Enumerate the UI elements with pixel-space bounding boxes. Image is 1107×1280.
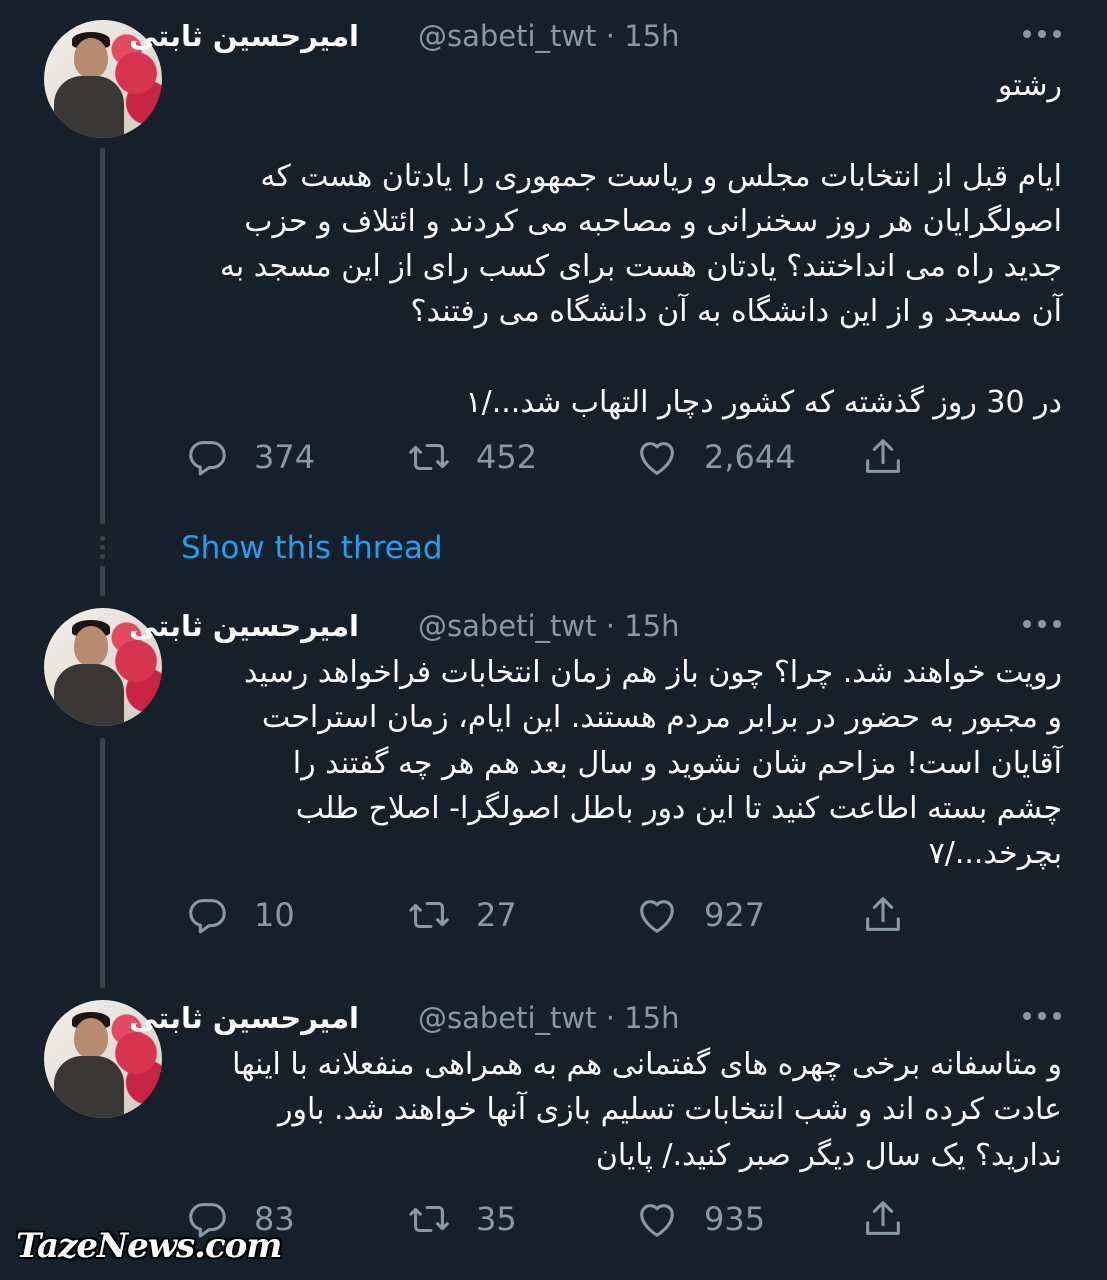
share-icon: [866, 897, 900, 931]
retweet-icon: [409, 443, 449, 471]
reply-icon: [189, 441, 226, 476]
retweet-count: 452: [476, 438, 538, 476]
show-thread-link[interactable]: Show this thread: [181, 528, 443, 568]
author-name[interactable]: امیرحسین ثابتی: [129, 606, 359, 646]
retweet-icon: [409, 1205, 449, 1233]
reply-count: 10: [254, 896, 295, 934]
retweet-button[interactable]: 27: [406, 890, 517, 940]
share-icon: [866, 439, 900, 473]
like-button[interactable]: 935: [634, 1194, 765, 1244]
like-icon: [640, 1204, 674, 1237]
like-icon: [640, 900, 674, 933]
like-button[interactable]: 927: [634, 890, 765, 940]
watermark: TazeNews.com: [16, 1226, 282, 1266]
reply-count: 374: [254, 438, 316, 476]
thread-gap-dot: [100, 536, 105, 541]
thread-gap-dot: [100, 545, 105, 550]
retweet-count: 27: [476, 896, 517, 934]
tweet-header: امیرحسین ثابتی @sabeti_twt · 15h: [129, 16, 1067, 56]
more-icon[interactable]: [1017, 612, 1067, 632]
tweet-1[interactable]: امیرحسین ثابتی @sabeti_twt · 15h رشتو ای…: [0, 0, 1107, 520]
author-handle[interactable]: @sabeti_twt · 15h: [418, 606, 679, 646]
more-icon[interactable]: [1017, 1004, 1067, 1024]
tweet-text: و متاسفانه برخی چهره های گفتمانی هم به ه…: [232, 1047, 1062, 1173]
retweet-button[interactable]: 452: [406, 432, 537, 482]
tweet-text: رویت خواهند شد. چرا؟ چون باز هم زمان انت…: [243, 655, 1062, 872]
share-button[interactable]: [860, 432, 906, 482]
thread-line-middle-top: [100, 566, 105, 596]
author-name[interactable]: امیرحسین ثابتی: [129, 998, 359, 1038]
tweet-header: امیرحسین ثابتی @sabeti_twt · 15h: [129, 606, 1067, 646]
reply-button[interactable]: 10: [184, 890, 295, 940]
more-icon[interactable]: [1017, 22, 1067, 42]
share-button[interactable]: [860, 1194, 906, 1244]
tweet-2[interactable]: امیرحسین ثابتی @sabeti_twt · 15h رویت خو…: [0, 598, 1107, 958]
retweet-count: 35: [476, 1200, 517, 1238]
share-button[interactable]: [860, 890, 906, 940]
tweet-text: رشتو ایام قبل از انتخابات مجلس و ریاست ج…: [219, 68, 1062, 421]
like-count: 935: [704, 1200, 766, 1238]
like-icon: [640, 442, 674, 475]
reply-icon: [189, 899, 226, 934]
author-name[interactable]: امیرحسین ثابتی: [129, 16, 359, 56]
like-button[interactable]: 2,644: [634, 432, 796, 482]
tweet-actions: 10 27 927: [180, 890, 920, 940]
reply-button[interactable]: 374: [184, 432, 315, 482]
tweet-actions: 83 35 935: [180, 1194, 920, 1244]
thread-gap-dot: [100, 554, 105, 559]
like-count: 927: [704, 896, 766, 934]
author-handle[interactable]: @sabeti_twt · 15h: [418, 16, 679, 56]
share-icon: [866, 1201, 900, 1235]
retweet-button[interactable]: 35: [406, 1194, 517, 1244]
tweet-actions: 374 452 2,644: [180, 432, 920, 482]
like-count: 2,644: [704, 438, 796, 476]
retweet-icon: [409, 901, 449, 929]
tweet-header: امیرحسین ثابتی @sabeti_twt · 15h: [129, 998, 1067, 1038]
author-handle[interactable]: @sabeti_twt · 15h: [418, 998, 679, 1038]
